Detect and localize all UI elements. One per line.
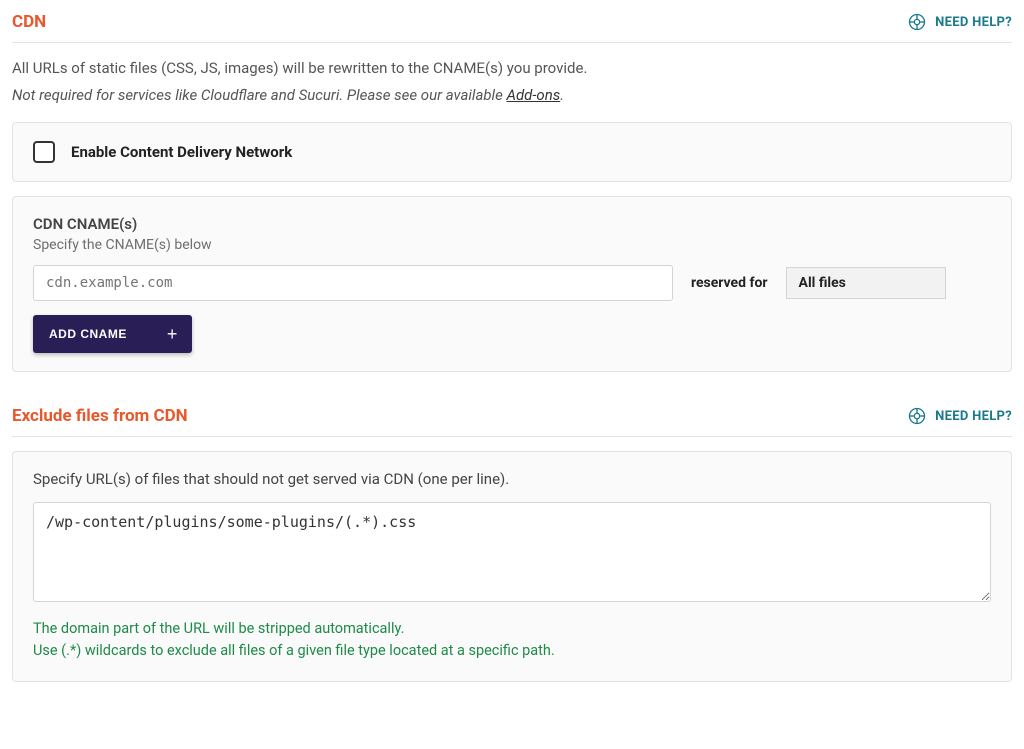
cdn-help-link[interactable]: NEED HELP? <box>907 12 1012 32</box>
exclude-section: Exclude files from CDN NEED HELP? Specif… <box>12 406 1012 682</box>
cname-panel-title: CDN CNAME(s) <box>33 215 991 233</box>
enable-cdn-label: Enable Content Delivery Network <box>71 143 292 161</box>
cname-row: reserved for All files <box>33 265 991 301</box>
exclude-hint-line1: The domain part of the URL will be strip… <box>33 618 991 640</box>
cdn-description-line2: Not required for services like Cloudflar… <box>12 84 1012 107</box>
enable-cdn-row: Enable Content Delivery Network <box>33 141 991 163</box>
cdn-desc2-prefix: Not required for services like Cloudflar… <box>12 86 506 104</box>
cdn-section: CDN NEED HELP? All URLs of static files … <box>12 12 1012 372</box>
enable-cdn-panel: Enable Content Delivery Network <box>12 122 1012 182</box>
cdn-desc2-suffix: . <box>560 86 564 104</box>
exclude-help-link[interactable]: NEED HELP? <box>907 406 1012 426</box>
cdn-section-header: CDN NEED HELP? <box>12 12 1012 43</box>
cname-panel-desc: Specify the CNAME(s) below <box>33 237 991 253</box>
help-icon <box>907 406 927 426</box>
cname-input[interactable] <box>33 265 673 301</box>
add-cname-button[interactable]: ADD CNAME + <box>33 315 192 353</box>
exclude-title: Exclude files from CDN <box>12 406 188 426</box>
exclude-textarea[interactable] <box>33 502 991 602</box>
exclude-section-header: Exclude files from CDN NEED HELP? <box>12 406 1012 437</box>
addons-link[interactable]: Add-ons <box>506 86 560 104</box>
exclude-hint-line2: Use (.*) wildcards to exclude all files … <box>33 640 991 662</box>
add-cname-label: ADD CNAME <box>49 327 127 341</box>
cdn-description-line1: All URLs of static files (CSS, JS, image… <box>12 57 1012 80</box>
enable-cdn-checkbox[interactable] <box>33 141 55 163</box>
reserved-for-value: All files <box>799 275 846 291</box>
cname-panel: CDN CNAME(s) Specify the CNAME(s) below … <box>12 196 1012 372</box>
help-icon <box>907 12 927 32</box>
plus-icon: + <box>167 325 178 343</box>
exclude-panel: Specify URL(s) of files that should not … <box>12 451 1012 682</box>
reserved-for-label: reserved for <box>691 275 768 291</box>
reserved-for-select[interactable]: All files <box>786 267 946 299</box>
cdn-help-label: NEED HELP? <box>935 15 1012 30</box>
exclude-help-label: NEED HELP? <box>935 409 1012 424</box>
cdn-title: CDN <box>12 12 46 32</box>
exclude-desc: Specify URL(s) of files that should not … <box>33 470 991 488</box>
